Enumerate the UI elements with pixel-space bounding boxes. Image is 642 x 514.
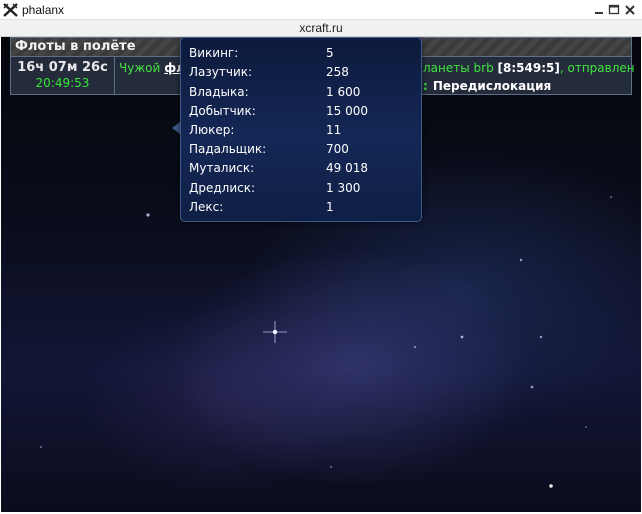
tooltip-pointer (172, 122, 180, 134)
ship-name: Муталиск: (189, 161, 255, 175)
fleet-mission: : Передислокация (423, 79, 551, 93)
ship-count: 49 018 (326, 161, 368, 175)
ship-row: Добытчик: 15 000 (189, 104, 415, 123)
ship-row: Владыка: 1 600 (189, 85, 415, 104)
ship-row: Падальщик: 700 (189, 142, 415, 161)
fleet-time-cell: 16ч 07м 26с 20:49:53 (11, 57, 115, 94)
ship-row: Муталиск: 49 018 (189, 161, 415, 180)
ship-row: Викинг: 5 (189, 46, 415, 65)
close-icon[interactable] (622, 2, 638, 18)
ship-name: Лекс: (189, 200, 224, 214)
ship-count: 1 600 (326, 85, 361, 99)
ship-row: Лекс: 1 (189, 200, 415, 219)
address-bar-url: xcraft.ru (299, 21, 343, 35)
game-viewport: Флоты в полёте 16ч 07м 26с 20:49:53 Чужо… (1, 37, 641, 512)
time-remaining: 16ч 07м 26с (17, 60, 108, 75)
crossed-swords-icon (3, 3, 18, 17)
ship-name: Добытчик: (189, 104, 256, 118)
ship-count: 5 (326, 46, 334, 60)
ship-count: 1 (326, 200, 334, 214)
sent-label: , отправлен (559, 61, 635, 75)
maximize-icon[interactable] (606, 2, 622, 18)
ship-count: 15 000 (326, 104, 368, 118)
ship-name: Падальщик: (189, 142, 267, 156)
arrival-time: 20:49:53 (35, 76, 90, 90)
ship-count: 258 (326, 65, 349, 79)
ship-row: Дредлиск: 1 300 (189, 181, 415, 200)
address-bar: xcraft.ru (0, 20, 642, 37)
mission-separator: : (423, 79, 428, 93)
ship-row: Люкер: 11 (189, 123, 415, 142)
fleets-panel-title: Флоты в полёте (15, 39, 136, 54)
origin-coords-link[interactable]: [8:549:5] (498, 61, 560, 75)
ship-name: Дредлиск: (189, 181, 256, 195)
origin-planet-label: ланеты brb (423, 61, 494, 75)
minimize-icon[interactable] (591, 2, 607, 18)
fleet-owner-label: Чужой (119, 61, 161, 75)
ship-name: Люкер: (189, 123, 235, 137)
fleet-composition-tooltip: Викинг: 5 Лазутчик: 258 Владыка: 1 600 Д… (180, 37, 422, 222)
ship-row: Лазутчик: 258 (189, 65, 415, 84)
ship-name: Викинг: (189, 46, 239, 60)
ship-count: 700 (326, 142, 349, 156)
ship-count: 1 300 (326, 181, 361, 195)
mission-type: Передислокация (432, 79, 552, 93)
ship-name: Лазутчик: (189, 65, 253, 79)
ship-name: Владыка: (189, 85, 249, 99)
window-titlebar: phalanx (0, 0, 642, 20)
fleet-origin: ланеты brb [8:549:5], отправлен (423, 61, 635, 75)
window-title: phalanx (22, 3, 65, 17)
ship-count: 11 (326, 123, 342, 137)
